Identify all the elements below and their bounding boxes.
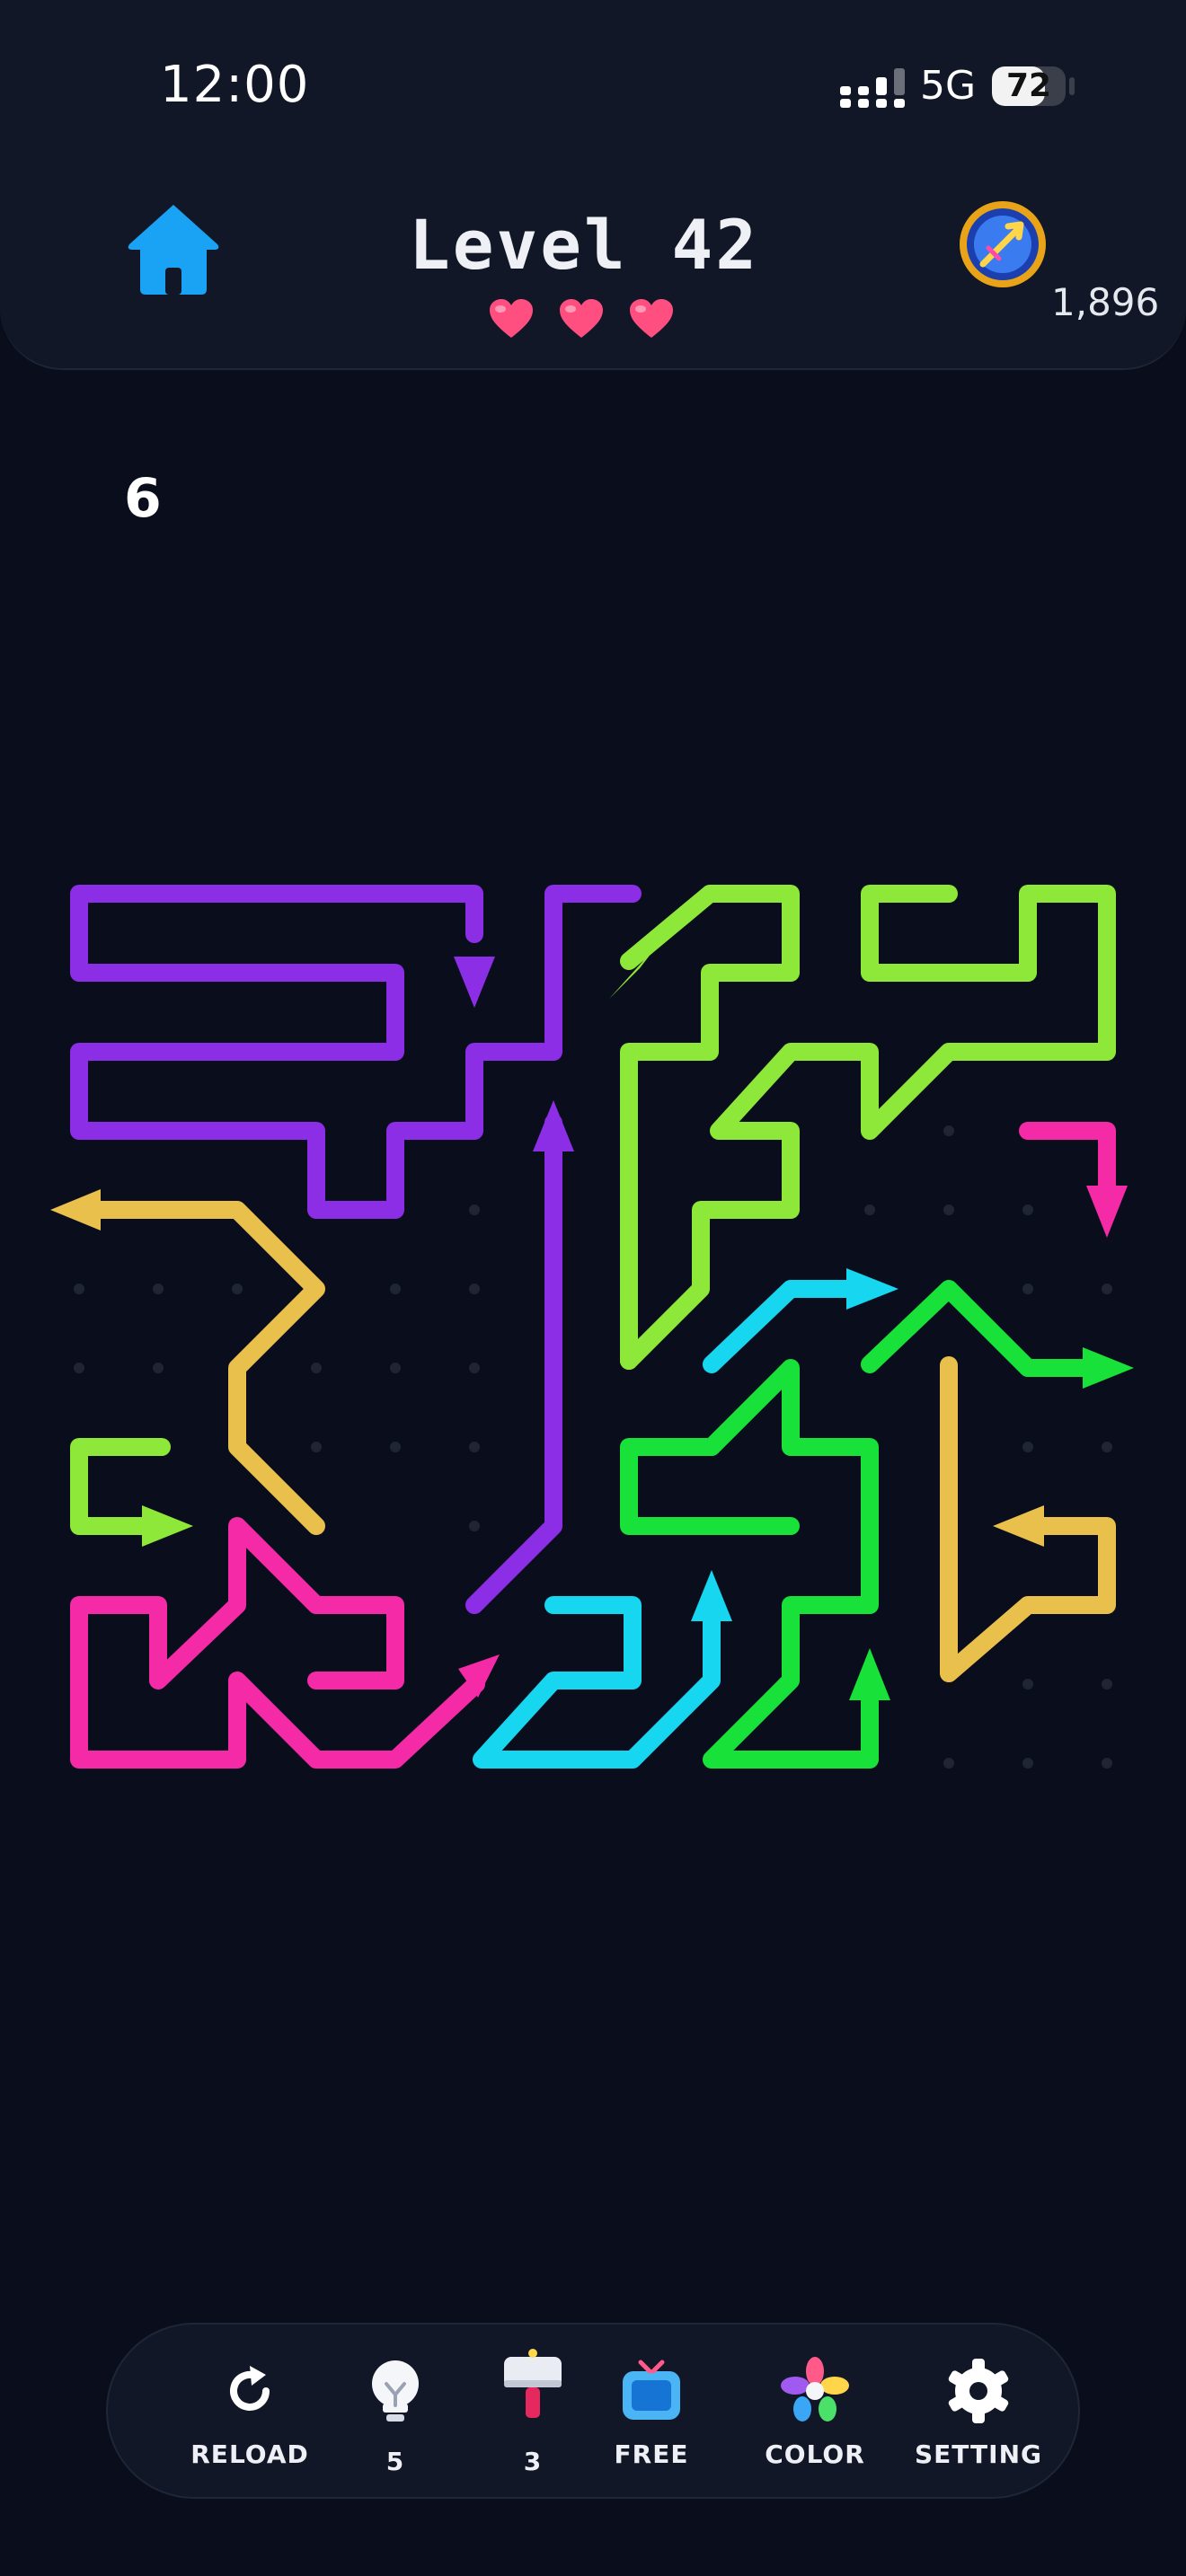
green-arrow-path[interactable] xyxy=(861,1280,1105,1377)
purple-arrow-head[interactable] xyxy=(454,957,495,1008)
hammer-icon xyxy=(504,2349,562,2418)
yellow-arrow-path[interactable] xyxy=(72,1201,325,1535)
cyan-arrow-head[interactable] xyxy=(691,1570,732,1621)
green-arrow-head[interactable] xyxy=(1083,1347,1134,1389)
cyan-arrow-path[interactable] xyxy=(703,1280,863,1373)
hammer-count: 3 xyxy=(523,2447,543,2476)
free-button[interactable]: FREE xyxy=(584,2325,719,2501)
pink-arrow-head[interactable] xyxy=(1086,1186,1128,1238)
color-button[interactable]: COLOR xyxy=(748,2325,882,2501)
lime-arrow-head[interactable] xyxy=(142,1505,193,1547)
gear-icon xyxy=(948,2359,1009,2423)
cyan-arrow-head[interactable] xyxy=(846,1268,898,1310)
purple-arrow-path[interactable] xyxy=(465,1114,562,1614)
tv-icon xyxy=(623,2360,680,2420)
hammer-button[interactable]: 3 xyxy=(465,2325,600,2501)
green-arrow-path[interactable] xyxy=(620,1359,879,1769)
bottom-toolbar: RELOAD 5 3 FREE COLOR SETTING xyxy=(106,2323,1080,2499)
yellow-arrow-head[interactable] xyxy=(993,1505,1044,1547)
lightbulb-icon xyxy=(372,2360,419,2422)
reload-label: RELOAD xyxy=(190,2439,309,2469)
cyan-arrow-path[interactable] xyxy=(473,1590,721,1769)
hint-count: 5 xyxy=(385,2447,405,2476)
reload-button[interactable]: RELOAD xyxy=(182,2325,317,2501)
green-arrow-head[interactable] xyxy=(849,1648,890,1700)
reload-icon xyxy=(230,2366,270,2411)
flower-icon xyxy=(781,2357,849,2422)
setting-button[interactable]: SETTING xyxy=(911,2325,1046,2501)
purple-arrow-head[interactable] xyxy=(533,1100,574,1151)
puzzle-board xyxy=(50,885,1134,1769)
color-label: COLOR xyxy=(765,2439,865,2469)
hint-button[interactable]: 5 xyxy=(328,2325,463,2501)
setting-label: SETTING xyxy=(915,2439,1042,2469)
pink-arrow-path[interactable] xyxy=(70,1517,485,1769)
yellow-arrow-head[interactable] xyxy=(50,1189,101,1231)
free-label: FREE xyxy=(614,2439,689,2469)
